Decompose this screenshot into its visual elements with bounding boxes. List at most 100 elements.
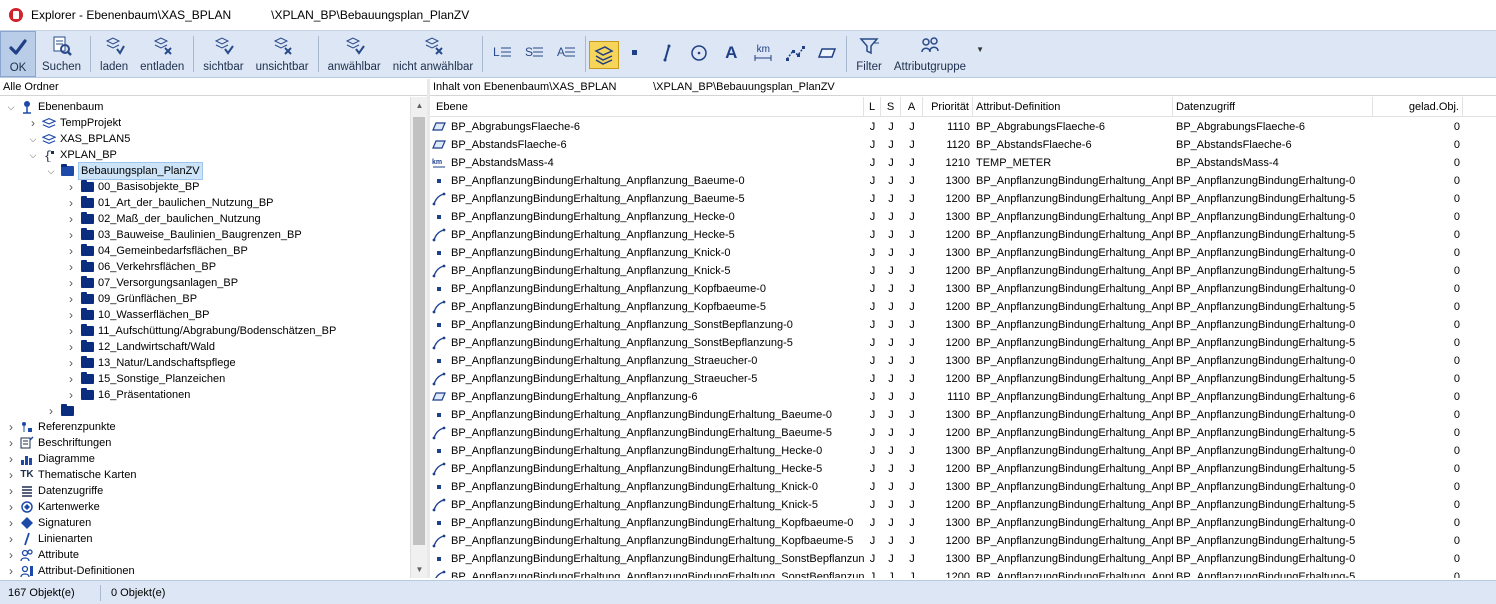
expand-toggle-icon[interactable]: › [66, 339, 76, 355]
load-button[interactable]: laden [94, 31, 134, 77]
tree-item[interactable]: › 16_Präsentationen [66, 387, 190, 403]
table-row[interactable]: BP_AnpflanzungBindungErhaltung_Anpflanzu… [430, 352, 1496, 370]
tree-item[interactable]: › 04_Gemeinbedarfsflächen_BP [66, 243, 248, 259]
column-header[interactable]: Datenzugriff [1173, 97, 1373, 117]
tree-item[interactable]: › Referenzpunkte [6, 419, 116, 435]
not-selectable-button[interactable]: nicht anwählbar [387, 31, 480, 77]
column-header[interactable]: S [881, 97, 901, 117]
expand-toggle-icon[interactable]: › [6, 467, 16, 483]
layer-list-l-button[interactable]: L [486, 31, 518, 77]
table-row[interactable]: BP_AnpflanzungBindungErhaltung_Anpflanzu… [430, 550, 1496, 568]
table-row[interactable]: BP_AnpflanzungBindungErhaltung_Anpflanzu… [430, 208, 1496, 226]
ok-button[interactable]: OK [0, 31, 36, 77]
line-tool[interactable] [651, 31, 683, 77]
table-row[interactable]: BP_AnpflanzungBindungErhaltung_Anpflanzu… [430, 406, 1496, 424]
tree-item[interactable]: › Datenzugriffe [6, 483, 103, 499]
tree-item[interactable]: › Linienarten [6, 531, 92, 547]
tree-item[interactable]: › 01_Art_der_baulichen_Nutzung_BP [66, 195, 274, 211]
expand-toggle-icon[interactable]: › [66, 211, 76, 227]
tree-item[interactable]: › Kartenwerke [6, 499, 100, 515]
measure-tool[interactable]: km [747, 31, 779, 77]
tree-item[interactable]: › TK Thematische Karten [6, 467, 136, 483]
expand-toggle-icon[interactable]: › [6, 531, 16, 547]
expand-toggle-icon[interactable]: › [66, 387, 76, 403]
column-header[interactable]: Attribut-Definition [973, 97, 1173, 117]
expand-toggle-icon[interactable]: › [66, 243, 76, 259]
area-tool[interactable] [811, 31, 843, 77]
search-button[interactable]: Suchen [36, 31, 87, 77]
expand-toggle-icon[interactable]: › [66, 355, 76, 371]
table-row[interactable]: BP_AnpflanzungBindungErhaltung_Anpflanzu… [430, 316, 1496, 334]
table-row[interactable]: BP_AnpflanzungBindungErhaltung_Anpflanzu… [430, 280, 1496, 298]
table-row[interactable]: BP_AnpflanzungBindungErhaltung_Anpflanzu… [430, 496, 1496, 514]
table-row[interactable]: BP_AnpflanzungBindungErhaltung_Anpflanzu… [430, 514, 1496, 532]
collapse-toggle-icon[interactable]: ⌵ [46, 163, 56, 179]
layer-list-s-button[interactable]: S [518, 31, 550, 77]
expand-toggle-icon[interactable]: › [6, 547, 16, 563]
column-header[interactable]: Ebene [430, 97, 864, 117]
polyline-tool[interactable] [779, 31, 811, 77]
tree-item[interactable]: › Diagramme [6, 451, 95, 467]
table-row[interactable]: km BP_AbstandsMass-4 J J J 1210 TEMP_METER BP_A… [430, 154, 1496, 172]
expand-toggle-icon[interactable]: › [6, 451, 16, 467]
tree-item[interactable]: › 11_Aufschüttung/Abgrabung/Bodenschätzen… [66, 323, 336, 339]
tree-item[interactable]: › Attribut-Definitionen [6, 563, 135, 578]
expand-toggle-icon[interactable]: › [66, 307, 76, 323]
attribute-group-button[interactable]: Attributgruppe [888, 31, 972, 77]
filter-button[interactable]: Filter [850, 31, 888, 77]
table-row[interactable]: BP_AnpflanzungBindungErhaltung_Anpflanzu… [430, 190, 1496, 208]
expand-toggle-icon[interactable]: › [66, 179, 76, 195]
tree-scrollbar[interactable]: ▲ ▼ [410, 97, 427, 578]
expand-toggle-icon[interactable]: › [66, 259, 76, 275]
tree-item[interactable]: › 06_Verkehrsflächen_BP [66, 259, 216, 275]
text-tool[interactable]: A [715, 31, 747, 77]
table-row[interactable]: BP_AnpflanzungBindungErhaltung_Anpflanzu… [430, 244, 1496, 262]
table-row[interactable]: BP_AnpflanzungBindungErhaltung_Anpflanzu… [430, 460, 1496, 478]
expand-toggle-icon[interactable]: › [6, 419, 16, 435]
tree-item[interactable]: ⌵ Ebenenbaum [6, 99, 103, 115]
tree-item[interactable]: › 15_Sonstige_Planzeichen [66, 371, 225, 387]
invisible-button[interactable]: unsichtbar [250, 31, 315, 77]
expand-toggle-icon[interactable]: › [66, 275, 76, 291]
tree-item[interactable]: › 02_Maß_der_baulichen_Nutzung [66, 211, 261, 227]
tree-item[interactable]: › Beschriftungen [6, 435, 111, 451]
table-row[interactable]: BP_AnpflanzungBindungErhaltung_Anpflanzu… [430, 388, 1496, 406]
column-header[interactable]: A [901, 97, 923, 117]
expand-toggle-icon[interactable]: › [6, 499, 16, 515]
tree-item[interactable]: ⌵ {XPLAN_BP [28, 147, 117, 163]
visible-button[interactable]: sichtbar [197, 31, 249, 77]
expand-toggle-icon[interactable]: › [66, 291, 76, 307]
tree-item[interactable]: › 09_Grünflächen_BP [66, 291, 197, 307]
expand-toggle-icon[interactable]: › [28, 115, 38, 131]
column-header[interactable]: Priorität [923, 97, 973, 117]
tree-item[interactable]: ⌵ XAS_BPLAN5 [28, 131, 131, 147]
circle-tool[interactable] [683, 31, 715, 77]
expand-toggle-icon[interactable]: › [66, 195, 76, 211]
table-row[interactable]: BP_AnpflanzungBindungErhaltung_Anpflanzu… [430, 334, 1496, 352]
expand-toggle-icon[interactable]: › [66, 371, 76, 387]
table-row[interactable]: BP_AbgrabungsFlaeche-6 J J J 1110 BP_Abgrabun… [430, 118, 1496, 136]
expand-toggle-icon[interactable]: › [6, 515, 16, 531]
table-row[interactable]: BP_AnpflanzungBindungErhaltung_Anpflanzu… [430, 442, 1496, 460]
table-row[interactable]: BP_AnpflanzungBindungErhaltung_Anpflanzu… [430, 298, 1496, 316]
tree-item[interactable]: › TempProjekt [28, 115, 121, 131]
tree-item[interactable]: ⌵ Bebauungsplan_PlanZV [46, 162, 203, 180]
table-row[interactable]: BP_AnpflanzungBindungErhaltung_Anpflanzu… [430, 568, 1496, 578]
tree-item[interactable]: › 10_Wasserflächen_BP [66, 307, 210, 323]
column-header[interactable]: L [864, 97, 881, 117]
expand-toggle-icon[interactable]: › [6, 483, 16, 499]
tree-item[interactable]: › 07_Versorgungsanlagen_BP [66, 275, 238, 291]
collapse-toggle-icon[interactable]: ⌵ [28, 147, 38, 163]
expand-toggle-icon[interactable]: › [6, 563, 16, 578]
table-row[interactable]: BP_AnpflanzungBindungErhaltung_Anpflanzu… [430, 424, 1496, 442]
table-row[interactable]: BP_AnpflanzungBindungErhaltung_Anpflanzu… [430, 478, 1496, 496]
table-row[interactable]: BP_AnpflanzungBindungErhaltung_Anpflanzu… [430, 532, 1496, 550]
tree-item[interactable]: › 03_Bauweise_Baulinien_Baugrenzen_BP [66, 227, 302, 243]
expand-toggle-icon[interactable]: › [66, 227, 76, 243]
collapse-toggle-icon[interactable]: ⌵ [28, 131, 38, 147]
expand-toggle-icon[interactable]: › [66, 323, 76, 339]
tree-item[interactable]: › Signaturen [6, 515, 91, 531]
table-row[interactable]: BP_AnpflanzungBindungErhaltung_Anpflanzu… [430, 370, 1496, 388]
tree-item[interactable]: › Attribute [6, 547, 79, 563]
tree-item[interactable]: › 13_Natur/Landschaftspflege [66, 355, 236, 371]
